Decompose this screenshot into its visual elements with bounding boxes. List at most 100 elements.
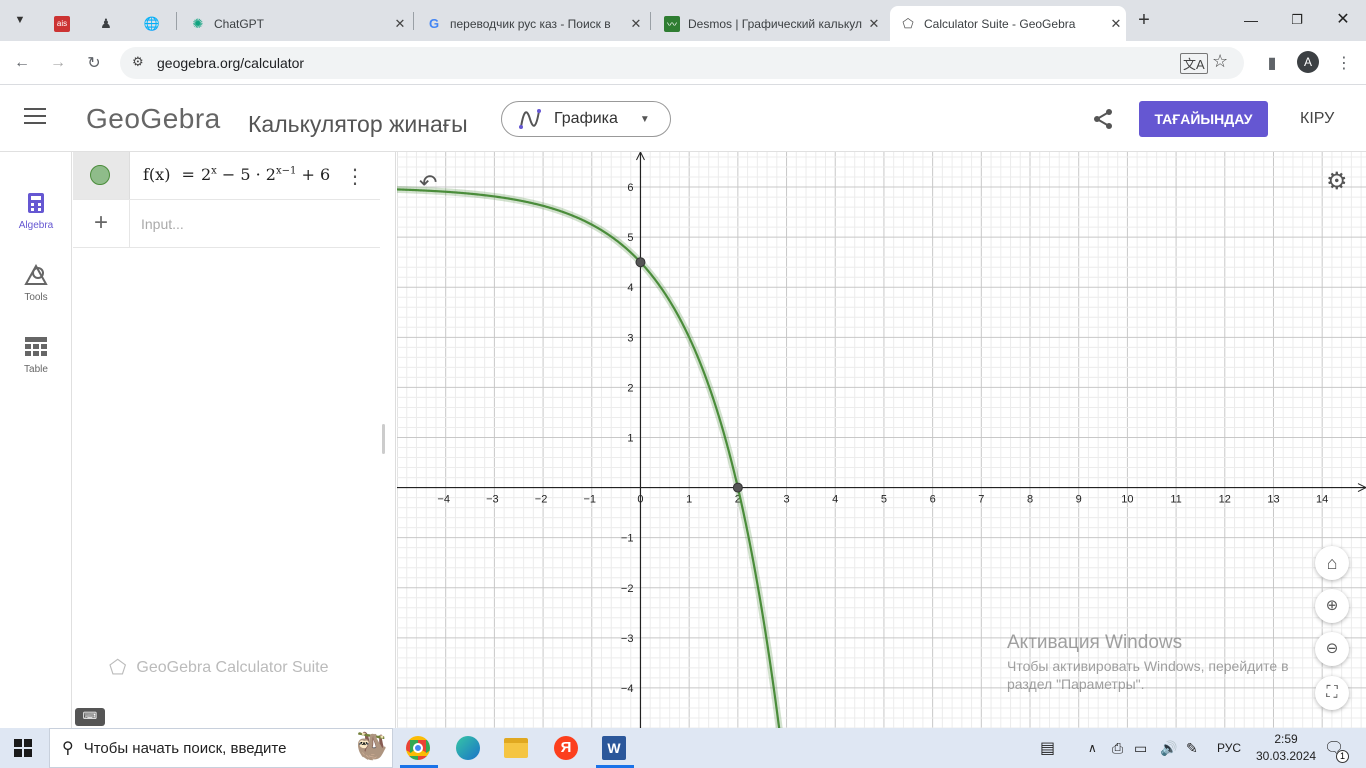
tab-separator [176,12,177,30]
close-icon[interactable]: ✕ [1106,16,1126,32]
app-header: GeoGebra Калькулятор жинағы Графика ▼ ТА… [0,86,1366,152]
close-icon[interactable]: ✕ [390,16,410,32]
expr-exp2: x−1 [275,165,297,177]
undo-icon[interactable]: ↶ [419,170,437,196]
language-indicator[interactable]: РУС [1217,728,1241,768]
x-tick-label: 5 [881,494,887,506]
settings-gear-icon[interactable]: ⚙ [1326,167,1348,196]
function-expression[interactable]: f(x) = 2x − 5 · 2x−1 + 6 [143,165,330,184]
taskbar-search[interactable]: ⚲ Чтобы начать поиск, введите 🦥 [49,728,393,768]
tab-globe[interactable]: 🌐 [134,6,170,41]
sloth-illustration-icon: 🦥 [355,731,388,761]
profile-avatar[interactable]: A [1297,51,1319,73]
close-icon[interactable]: ✕ [626,16,646,32]
geogebra-logo[interactable]: GeoGebra [86,103,221,135]
windows-activation-watermark: Активация Windows Чтобы активировать Win… [1007,632,1289,692]
hamburger-menu-icon[interactable] [24,108,46,124]
tab-desmos[interactable]: 〰 Desmos | Графический калькул ✕ [654,6,884,41]
tab-google[interactable]: G переводчик рус каз - Поиск в ✕ [416,6,646,41]
calculator-icon [28,193,44,213]
graphing-icon [519,109,541,129]
network-icon[interactable]: ⎙ [1112,728,1123,768]
tray-overflow-icon[interactable]: ∧ [1088,728,1097,768]
bookmark-star-icon[interactable]: ☆ [1212,51,1228,72]
volume-icon[interactable]: 🔊 [1160,728,1177,768]
expr-tail: + 6 [301,165,331,184]
share-icon[interactable] [1092,108,1114,135]
keyboard-icon[interactable]: ⌨ [75,708,105,726]
shapes-icon [24,264,48,285]
back-button[interactable]: ← [10,51,34,75]
new-tab-button[interactable]: + [1132,9,1156,33]
address-bar[interactable]: ⚙ geogebra.org/calculator 文A ☆ [120,47,1244,79]
minimize-button[interactable]: — [1236,6,1266,34]
file-explorer-taskbar-icon[interactable] [504,738,528,758]
tab-chatgpt[interactable]: ✺ ChatGPT ✕ [180,6,410,41]
side-panel-icon[interactable]: ▮ [1260,51,1284,75]
x-tick-label: 10 [1121,494,1133,506]
close-window-button[interactable]: ✕ [1328,6,1358,34]
clock-date: 30.03.2024 [1256,749,1317,763]
forward-button[interactable]: → [46,51,70,75]
tab-title: переводчик рус каз - Поиск в [450,16,611,31]
visibility-marble-icon [90,165,110,185]
restore-button[interactable]: ❐ [1282,6,1312,34]
nav-table-label: Table [24,364,48,375]
word-taskbar-icon[interactable]: W [602,736,626,760]
tab-geogebra[interactable]: ⬠ Calculator Suite - GeoGebra ✕ [890,6,1126,41]
suite-footer: ⬠ GeoGebra Calculator Suite [109,655,329,680]
edge-taskbar-icon[interactable] [456,736,480,760]
x-tick-label: −2 [535,494,548,506]
fullscreen-button[interactable]: ⛶ [1315,676,1349,710]
algebra-row[interactable]: f(x) = 2x − 5 · 2x−1 + 6 ⋮ [73,152,380,200]
windows-taskbar: ⚲ Чтобы начать поиск, введите 🦥 Я W ▤ ∧ … [0,728,1366,768]
more-options-icon[interactable]: ⋮ [345,164,365,189]
tab-pawn[interactable]: ♟ [88,6,124,41]
nav-algebra[interactable]: Algebra [0,190,72,231]
news-widget-icon[interactable]: ▤ [1040,728,1055,768]
y-tick-label: 6 [627,182,633,194]
chevron-down-icon: ▼ [639,113,650,125]
home-view-button[interactable]: ⌂ [1315,546,1349,580]
x-tick-label: 3 [783,494,789,506]
algebra-input[interactable]: Input... [141,216,184,232]
expr-exp1: x [211,165,217,177]
zoom-in-button[interactable]: ⊕ [1315,589,1349,623]
register-button[interactable]: ТАҒАЙЫНДАУ [1139,101,1268,137]
tab-ais[interactable]: ais [44,6,80,41]
taskbar-search-input[interactable]: Чтобы начать поиск, введите [84,740,287,757]
url-text[interactable]: geogebra.org/calculator [157,55,304,71]
y-tick-label: −3 [621,633,634,645]
nav-table[interactable]: Table [0,334,72,375]
y-tick-label: −1 [621,533,634,545]
visibility-toggle[interactable] [73,152,130,199]
login-button[interactable]: КІРУ [1300,110,1334,128]
battery-icon[interactable]: ▭ [1134,728,1147,768]
intersection-point [635,257,646,268]
intersection-point [732,482,743,493]
x-tick-label: 7 [978,494,984,506]
tab-search-button[interactable]: ▼ [8,8,32,32]
yandex-taskbar-icon[interactable]: Я [554,736,578,760]
nav-tools[interactable]: Tools [0,262,72,303]
chess-pawn-icon: ♟ [100,15,112,31]
chrome-taskbar-icon[interactable] [406,736,430,760]
left-navigation: Algebra Tools Table [0,152,72,728]
browser-menu-icon[interactable]: ⋮ [1332,51,1356,75]
x-tick-label: 13 [1267,494,1279,506]
algebra-input-row[interactable]: + Input... [73,200,380,248]
add-item-icon[interactable]: + [73,200,130,247]
pen-icon[interactable]: ✎ [1186,728,1198,768]
translate-icon[interactable]: 文A [1180,53,1208,74]
app-select-dropdown[interactable]: Графика ▼ [501,101,671,137]
reload-button[interactable]: ↻ [82,51,106,75]
site-info-icon[interactable]: ⚙ [132,54,144,70]
graphics-view[interactable]: −4 −3 −2 −1 0 1 2 3 4 5 6 7 8 9 10 11 12 13 14 −4 −3 −2 −1 1 2 3 4… [397,152,1366,728]
panel-resize-handle[interactable] [382,424,385,454]
start-button[interactable] [14,739,32,757]
close-icon[interactable]: ✕ [864,16,884,32]
notification-count-badge: 1 [1336,750,1349,763]
clock[interactable]: 2:59 30.03.2024 [1256,728,1316,768]
zoom-out-button[interactable]: ⊖ [1315,632,1349,666]
watermark-line2: раздел "Параметры". [1007,676,1145,692]
